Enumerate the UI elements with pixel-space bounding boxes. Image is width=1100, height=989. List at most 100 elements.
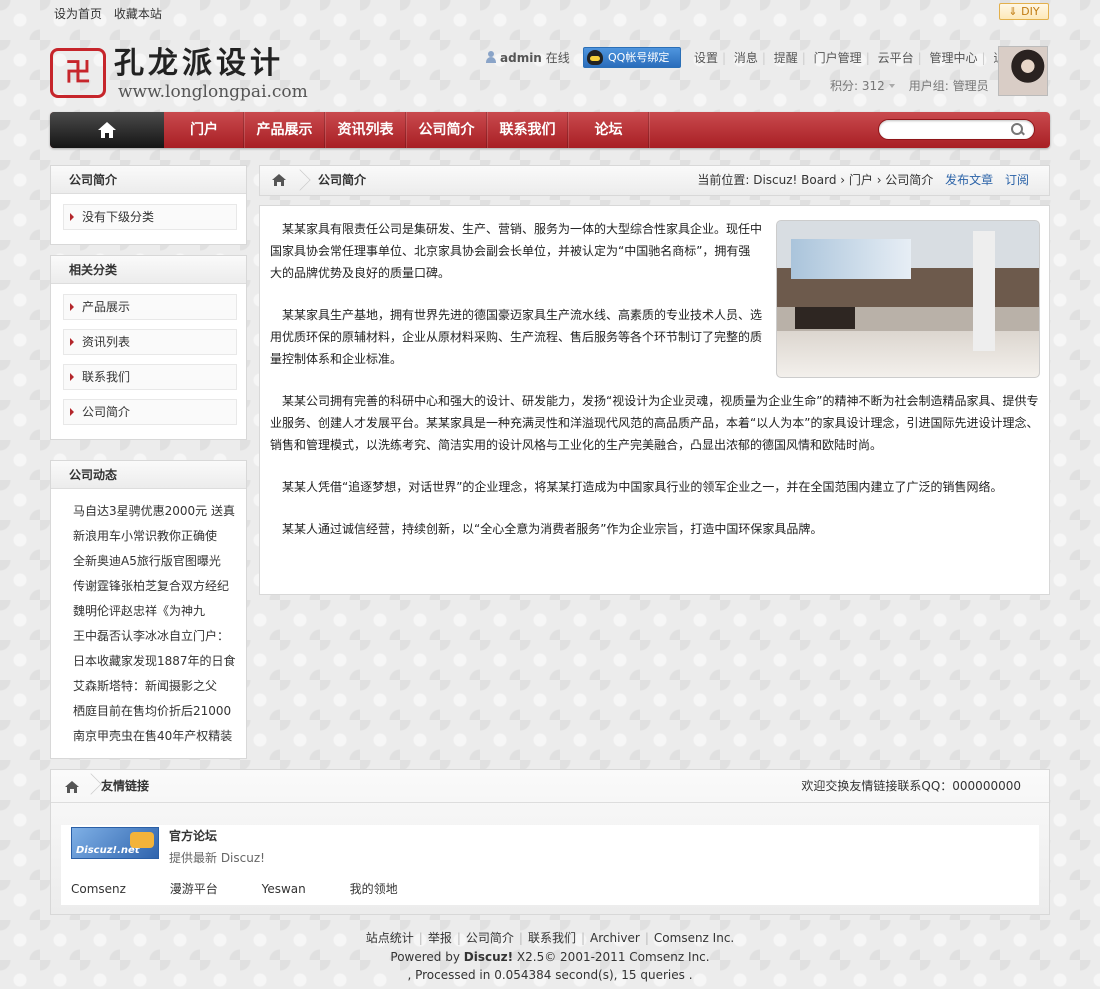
text-link-yeswan[interactable]: Yeswan bbox=[262, 882, 306, 896]
processed-info: , Processed in 0.054384 second(s), 15 qu… bbox=[407, 968, 693, 982]
logo-seal-icon: 卍 bbox=[50, 48, 106, 98]
article-text: 某某家具有限责任公司是集研发、生产、营销、服务为一体的大型综合性家具企业。现任中… bbox=[270, 218, 1040, 560]
search-input[interactable] bbox=[878, 119, 1035, 140]
nav-item-portal[interactable]: 门户 bbox=[164, 112, 244, 148]
nav-item-news[interactable]: 资讯列表 bbox=[325, 112, 406, 148]
text-link-manyou[interactable]: 漫游平台 bbox=[170, 880, 218, 897]
arrow-right-icon bbox=[70, 303, 74, 311]
chevron-right-icon bbox=[87, 770, 101, 803]
sidebar-item-contact[interactable]: 联系我们 bbox=[63, 364, 237, 390]
news-list: 马自达3星骋优惠2000元 送真 新浪用车小常识教你正确使 全新奥迪A5旅行版官… bbox=[73, 499, 241, 749]
list-item[interactable]: 艾森斯塔特：新闻摄影之父 bbox=[73, 674, 241, 699]
page-title: 公司简介 bbox=[318, 173, 367, 187]
list-item[interactable]: 栖庭目前在售均价折后21000 bbox=[73, 699, 241, 724]
menu-admin-center[interactable]: 管理中心 bbox=[925, 51, 981, 65]
friend-links-list: Discuz!.net 官方论坛 提供最新 Discuz! Comsenz 漫游… bbox=[61, 825, 1039, 905]
partner-description: 提供最新 Discuz! bbox=[169, 851, 265, 865]
article-image bbox=[776, 220, 1040, 378]
set-homepage-link[interactable]: 设为首页 bbox=[54, 7, 102, 21]
article-content: 某某家具有限责任公司是集研发、生产、营销、服务为一体的大型综合性家具企业。现任中… bbox=[259, 205, 1050, 595]
list-item[interactable]: 王中磊否认李冰冰自立门户： bbox=[73, 624, 241, 649]
article-paragraph: 某某公司拥有完善的科研中心和强大的设计、研发能力，发扬“视设计为企业灵魂，视质量… bbox=[270, 394, 1039, 452]
text-link-my-domain[interactable]: 我的领地 bbox=[350, 880, 398, 897]
current-location[interactable]: 当前位置: Discuz! Board › 门户 › 公司简介 bbox=[697, 173, 933, 187]
text-links: Comsenz 漫游平台 Yeswan 我的领地 bbox=[71, 880, 438, 897]
footer-link-report[interactable]: 举报 bbox=[428, 931, 452, 945]
partner-name-link[interactable]: 官方论坛 bbox=[169, 827, 217, 844]
sidebar-item-about[interactable]: 公司简介 bbox=[63, 399, 237, 425]
nav-item-products[interactable]: 产品展示 bbox=[244, 112, 325, 148]
nav-item-about[interactable]: 公司简介 bbox=[406, 112, 487, 148]
user-menu: 设置| 消息| 提醒| 门户管理| 云平台| 管理中心| 退出 bbox=[690, 49, 1021, 66]
bookmark-site-link[interactable]: 收藏本站 bbox=[114, 7, 162, 21]
footer-link-about[interactable]: 公司简介 bbox=[466, 931, 514, 945]
nav-item-contact[interactable]: 联系我们 bbox=[487, 112, 568, 148]
menu-portal-admin[interactable]: 门户管理 bbox=[810, 51, 866, 65]
footer-link-archiver[interactable]: Archiver bbox=[590, 931, 640, 945]
friend-links-title: 友情链接 bbox=[101, 779, 150, 793]
list-item[interactable]: 日本收藏家发现1887年的日食 bbox=[73, 649, 241, 674]
search-icon[interactable] bbox=[1011, 123, 1024, 136]
friend-links-box: 友情链接 欢迎交换友情链接联系QQ：000000000 Discuz!.net … bbox=[50, 769, 1050, 915]
caret-down-icon[interactable] bbox=[888, 84, 895, 88]
sidebar-heading: 相关分类 bbox=[51, 256, 246, 284]
avatar[interactable] bbox=[998, 46, 1048, 96]
list-item[interactable]: 南京甲壳虫在售40年产权精装 bbox=[73, 724, 241, 749]
footer-link-contact[interactable]: 联系我们 bbox=[528, 931, 576, 945]
logo-url: www.longlongpai.com bbox=[118, 82, 308, 102]
footer-link-stats[interactable]: 站点统计 bbox=[366, 931, 414, 945]
home-icon[interactable] bbox=[65, 781, 79, 793]
powered-by: Powered by Discuz! X2.5© 2001-2011 Comse… bbox=[390, 950, 710, 964]
discuz-logo[interactable]: Discuz!.net bbox=[71, 827, 159, 859]
footer-links: 站点统计 | 举报 | 公司简介 | 联系我们 | Archiver | Comsenz Inc. bbox=[365, 931, 735, 945]
list-item[interactable]: 传谢霆锋张柏芝复合双方经纪 bbox=[73, 574, 241, 599]
sidebar-heading: 公司简介 bbox=[51, 166, 246, 194]
top-bar: 设为首页 收藏本站 bbox=[54, 5, 170, 22]
nav-home-button[interactable] bbox=[50, 112, 164, 148]
menu-messages[interactable]: 消息 bbox=[730, 51, 762, 65]
user-group[interactable]: 用户组: 管理员 bbox=[909, 79, 989, 93]
diy-button[interactable]: ⇓ DIY bbox=[999, 3, 1049, 20]
sidebar-company-news: 公司动态 马自达3星骋优惠2000元 送真 新浪用车小常识教你正确使 全新奥迪A… bbox=[50, 460, 247, 759]
online-status: 在线 bbox=[545, 51, 570, 65]
sidebar-item-products[interactable]: 产品展示 bbox=[63, 294, 237, 320]
subscribe-link[interactable]: 订阅 bbox=[1005, 173, 1029, 187]
article-paragraph: 某某人通过诚信经营，持续创新，以“全心全意为消费者服务”作为企业宗旨，打造中国环… bbox=[282, 522, 823, 536]
arrow-right-icon bbox=[70, 338, 74, 346]
footer-link-comsenz[interactable]: Comsenz Inc. bbox=[654, 931, 734, 945]
qq-penguin-icon bbox=[587, 50, 603, 65]
menu-notifications[interactable]: 提醒 bbox=[770, 51, 802, 65]
qq-bind-label: QQ帐号绑定 bbox=[608, 51, 670, 64]
logo-title: 孔龙派设计 bbox=[114, 46, 284, 81]
breadcrumb: 公司简介 当前位置: Discuz! Board › 门户 › 公司简介 发布文… bbox=[259, 165, 1050, 196]
qq-bind-button[interactable]: QQ帐号绑定 bbox=[583, 47, 681, 68]
home-icon bbox=[272, 174, 286, 186]
menu-settings[interactable]: 设置 bbox=[690, 51, 722, 65]
list-item[interactable]: 魏明伦评赵忠祥《为神九 bbox=[73, 599, 241, 624]
sidebar-related-categories: 相关分类 产品展示 资讯列表 联系我们 公司简介 bbox=[50, 255, 247, 440]
sidebar-item-no-subcategory[interactable]: 没有下级分类 bbox=[63, 204, 237, 230]
list-item[interactable]: 全新奥迪A5旅行版官图曝光 bbox=[73, 549, 241, 574]
download-arrow-icon: ⇓ bbox=[1008, 5, 1022, 18]
credits-link[interactable]: 积分: 312 bbox=[830, 79, 885, 93]
user-info: admin 在线 bbox=[486, 49, 570, 69]
sidebar-company-intro: 公司简介 没有下级分类 bbox=[50, 165, 247, 245]
sidebar-item-news[interactable]: 资讯列表 bbox=[63, 329, 237, 355]
discuz-link[interactable]: Discuz! bbox=[464, 950, 513, 964]
friend-links-contact: 欢迎交换友情链接联系QQ：000000000 bbox=[801, 779, 1021, 793]
chevron-right-icon bbox=[296, 166, 310, 195]
list-item[interactable]: 马自达3星骋优惠2000元 送真 bbox=[73, 499, 241, 524]
arrow-right-icon bbox=[70, 373, 74, 381]
home-icon bbox=[98, 122, 116, 138]
username-link[interactable]: admin bbox=[500, 51, 542, 65]
text-link-comsenz[interactable]: Comsenz bbox=[71, 882, 126, 896]
user-icon bbox=[486, 51, 496, 63]
publish-article-link[interactable]: 发布文章 bbox=[945, 173, 993, 187]
list-item[interactable]: 新浪用车小常识教你正确使 bbox=[73, 524, 241, 549]
menu-cloud-platform[interactable]: 云平台 bbox=[874, 51, 918, 65]
arrow-right-icon bbox=[70, 408, 74, 416]
nav-item-forum[interactable]: 论坛 bbox=[568, 112, 649, 148]
credits-area: 积分: 312 用户组: 管理员 bbox=[830, 77, 989, 94]
site-logo[interactable]: 卍 孔龙派设计 www.longlongpai.com bbox=[50, 46, 360, 102]
article-paragraph: 某某家具有限责任公司是集研发、生产、营销、服务为一体的大型综合性家具企业。现任中… bbox=[270, 218, 1040, 378]
